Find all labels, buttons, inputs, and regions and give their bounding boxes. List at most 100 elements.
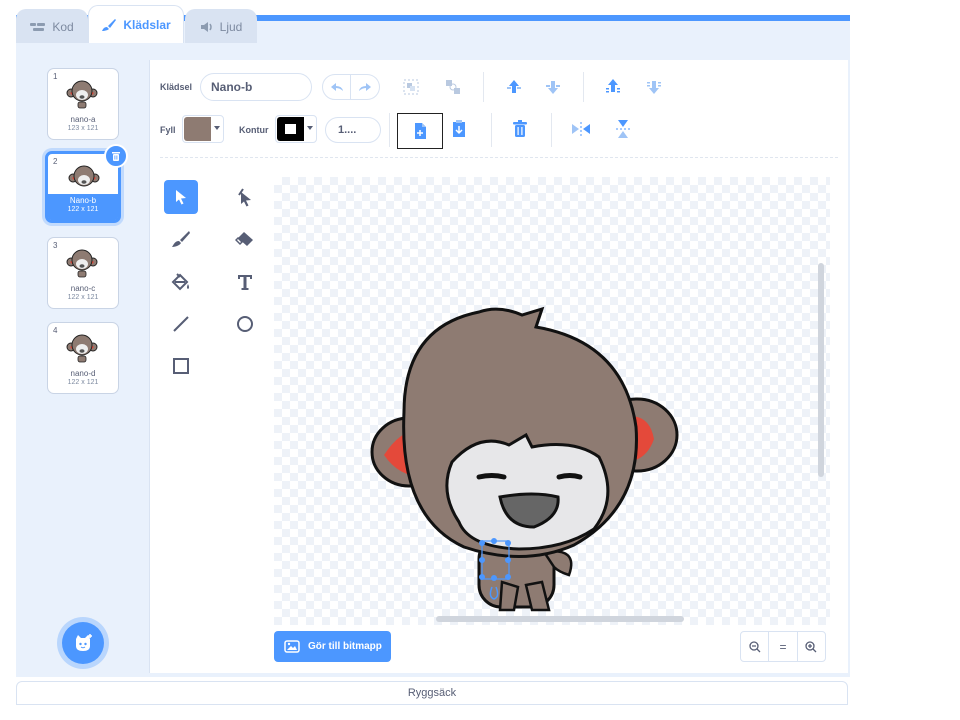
toolbar-divider	[583, 72, 584, 102]
line-icon	[173, 316, 189, 332]
undo-icon	[330, 83, 343, 91]
flip-horizontal-icon	[572, 122, 590, 136]
costume-thumbnail	[66, 249, 98, 278]
backward-button[interactable]	[540, 74, 566, 100]
tab-costumes-label: Klädslar	[123, 17, 171, 32]
costume-item-1[interactable]: 1 nano-a 123 x 121	[47, 68, 119, 140]
text-icon	[238, 275, 252, 290]
delete-costume-button[interactable]	[104, 144, 128, 168]
forward-icon	[507, 80, 521, 93]
costume-size: 123 x 121	[67, 125, 99, 132]
fill-color-swatch	[184, 117, 211, 141]
trash-icon	[513, 120, 527, 137]
toolbar-divider	[483, 72, 484, 102]
redo-button[interactable]	[351, 74, 380, 100]
zoom-in-icon	[805, 640, 817, 652]
eraser-tool[interactable]	[228, 222, 262, 256]
zoom-out-icon	[749, 640, 761, 652]
line-tool[interactable]	[164, 307, 198, 341]
costume-thumbnail	[66, 334, 98, 363]
costume-artwork	[370, 306, 679, 612]
front-icon	[606, 79, 620, 93]
brush-tool[interactable]	[164, 222, 198, 256]
drawing-canvas[interactable]	[274, 177, 830, 625]
delete-button[interactable]	[507, 116, 533, 142]
paint-editor-app: Kod Klädslar Ljud 1 nano-a 123 x 121 2 N…	[0, 0, 960, 720]
text-tool[interactable]	[228, 265, 262, 299]
zoom-controls: =	[740, 631, 826, 662]
group-icon	[403, 79, 419, 95]
trash-icon	[112, 151, 120, 161]
costume-name: Nano-b	[69, 196, 97, 205]
costume-size: 122 x 121	[67, 294, 99, 301]
paste-icon	[453, 120, 465, 137]
costume-number: 2	[53, 157, 58, 166]
flip-vertical-icon	[616, 120, 630, 138]
flip-vertical-button[interactable]	[610, 116, 636, 142]
undo-button[interactable]	[322, 74, 351, 100]
costume-number: 4	[53, 326, 58, 335]
select-tool[interactable]	[164, 180, 198, 214]
costume-item-3[interactable]: 3 nano-c 122 x 121	[47, 237, 119, 309]
copy-button[interactable]	[397, 113, 443, 149]
select-icon	[176, 190, 186, 205]
costume-name: nano-a	[70, 115, 96, 124]
ungroup-button[interactable]	[440, 74, 466, 100]
costume-name: nano-d	[70, 369, 96, 378]
toolbar-divider	[491, 113, 492, 147]
code-icon	[30, 22, 46, 31]
brush-icon	[102, 18, 117, 31]
to-front-button[interactable]	[600, 74, 626, 100]
zoom-out-button[interactable]	[741, 632, 770, 661]
reshape-tool[interactable]	[228, 180, 262, 214]
costume-thumbnail	[66, 80, 98, 109]
add-costume-button[interactable]	[62, 622, 104, 664]
costume-item-2[interactable]: 2 Nano-b 122 x 121	[45, 144, 128, 223]
fill-color-picker[interactable]	[182, 115, 224, 143]
fill-icon	[171, 273, 189, 291]
costume-name-input[interactable]: Nano-b	[200, 73, 312, 101]
tab-costumes[interactable]: Klädslar	[88, 5, 184, 43]
flip-horizontal-button[interactable]	[568, 116, 594, 142]
outline-label: Kontur	[239, 125, 269, 135]
brush-tool-icon	[172, 231, 190, 247]
toolbar-divider	[389, 113, 390, 147]
circle-tool[interactable]	[228, 307, 262, 341]
rectangle-tool[interactable]	[164, 349, 198, 383]
zoom-in-button[interactable]	[798, 632, 825, 661]
costume-item-4[interactable]: 4 nano-d 122 x 121	[47, 322, 119, 394]
forward-button[interactable]	[501, 74, 527, 100]
costume-number: 3	[53, 241, 58, 250]
paste-button[interactable]	[446, 116, 472, 142]
cat-add-icon	[76, 634, 92, 651]
to-back-button[interactable]	[641, 74, 667, 100]
costume-size: 122 x 121	[67, 206, 99, 213]
tab-sounds[interactable]: Ljud	[185, 9, 257, 43]
fill-label: Fyll	[160, 125, 176, 135]
tab-code[interactable]: Kod	[16, 9, 88, 43]
eraser-icon	[235, 232, 253, 246]
group-button[interactable]	[398, 74, 424, 100]
zoom-reset-button[interactable]: =	[769, 632, 798, 661]
outline-color-picker[interactable]	[275, 115, 317, 143]
rectangle-icon	[173, 358, 189, 374]
circle-icon	[237, 316, 253, 332]
chevron-down-icon	[307, 126, 313, 130]
fill-tool[interactable]	[164, 265, 198, 299]
back-icon	[647, 81, 661, 94]
costume-number: 1	[53, 72, 58, 81]
costume-thumbnail	[68, 165, 100, 187]
costume-name: nano-c	[70, 284, 96, 293]
sound-icon	[200, 21, 212, 32]
costume-name-label: Klädsel	[160, 82, 193, 92]
convert-to-bitmap-button[interactable]: Gör till bitmapp	[274, 631, 391, 662]
outline-size-input[interactable]: 1....	[325, 117, 381, 143]
vertical-scrollbar[interactable]	[818, 263, 824, 477]
horizontal-scrollbar[interactable]	[436, 616, 684, 622]
reshape-icon	[238, 188, 251, 207]
toolbar-separator	[160, 157, 838, 158]
ungroup-icon	[446, 80, 460, 94]
image-icon	[284, 640, 300, 653]
backpack-bar[interactable]: Ryggsäck	[16, 681, 848, 705]
redo-icon	[359, 83, 371, 91]
